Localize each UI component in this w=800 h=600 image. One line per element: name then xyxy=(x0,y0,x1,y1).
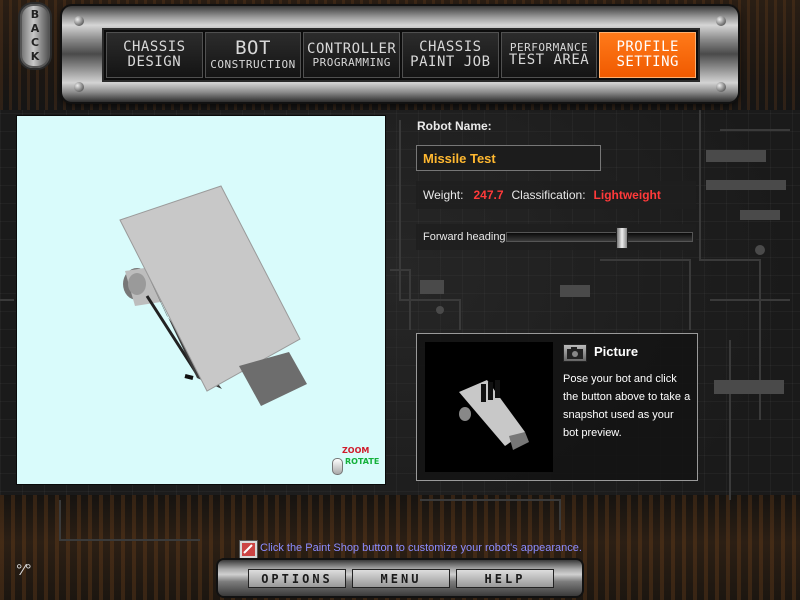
robot-name-field[interactable] xyxy=(416,145,601,171)
tab-controller-programming[interactable]: CONTROLLER PROGRAMMING xyxy=(303,32,401,78)
zoom-label: ZOOM xyxy=(342,446,370,455)
robot-rod-end xyxy=(184,374,194,380)
bolt-icon xyxy=(74,16,84,26)
camera-icon xyxy=(567,347,583,359)
tab-label-line1: CONTROLLER xyxy=(307,40,397,57)
tab-label-line1: BOT xyxy=(235,37,271,60)
menu-button[interactable]: MENU xyxy=(352,569,450,588)
forward-heading-slider[interactable] xyxy=(506,227,693,249)
slider-thumb[interactable] xyxy=(616,227,628,249)
back-button-label: BACK xyxy=(28,8,42,64)
bottom-nav-bar: OPTIONS MENU HELP xyxy=(218,560,582,596)
picture-title: Picture xyxy=(594,344,639,359)
tab-label-line2: TEST AREA xyxy=(508,52,590,69)
tab-label-line1: CHASSIS xyxy=(123,39,186,56)
tab-profile-setting[interactable]: PROFILE SETTING xyxy=(599,32,697,78)
tab-performance-test-area[interactable]: PERFORMANCE TEST AREA xyxy=(500,32,598,78)
classification-label: Classification: xyxy=(511,188,586,202)
tab-chassis-paint-job[interactable]: CHASSIS PAINT JOB xyxy=(402,32,499,78)
paint-shop-tip-icon xyxy=(239,540,258,559)
tab-chassis-design[interactable]: CHASSIS DESIGN xyxy=(106,32,203,78)
bolt-icon xyxy=(716,16,726,26)
robot-name-label: Robot Name: xyxy=(417,119,492,133)
weight-label: Weight: xyxy=(423,188,464,202)
tip-text: Click the Paint Shop button to customize… xyxy=(260,542,582,554)
tab-label-line2: CONSTRUCTION xyxy=(210,58,296,72)
picture-description: Pose your bot and click the button above… xyxy=(563,373,691,439)
tab-label-line2: DESIGN xyxy=(127,54,182,70)
camera-snapshot-button[interactable] xyxy=(563,344,587,362)
tab-label-line2: SETTING xyxy=(616,54,679,70)
options-button[interactable]: OPTIONS xyxy=(248,569,346,588)
robot-model xyxy=(119,185,307,406)
snapshot-robot-model xyxy=(459,380,529,450)
forward-heading-row: Forward heading: xyxy=(416,224,696,250)
back-button[interactable]: BACK xyxy=(18,2,52,70)
picture-panel: Picture Pose your bot and click the butt… xyxy=(416,333,698,481)
tab-label-line2: PROGRAMMING xyxy=(312,55,391,69)
tip-icon xyxy=(242,543,255,556)
stats-row: Weight: 247.7 Classification: Lightweigh… xyxy=(416,181,696,209)
top-menu-tabs: CHASSIS DESIGN BOT CONSTRUCTION CONTROLL… xyxy=(102,28,700,82)
tab-label-line1: PROFILE xyxy=(616,39,679,56)
weight-value: 247.7 xyxy=(473,188,504,202)
classification-value: Lightweight xyxy=(593,188,661,202)
rotate-label: ROTATE xyxy=(345,457,380,466)
tab-label-line1: CHASSIS xyxy=(419,39,482,56)
help-button[interactable]: HELP xyxy=(456,569,554,588)
bolt-icon xyxy=(716,82,726,92)
loading-indicator-icon: °∕° xyxy=(16,562,32,579)
forward-heading-label: Forward heading: xyxy=(423,231,509,243)
top-menu-frame: CHASSIS DESIGN BOT CONSTRUCTION CONTROLL… xyxy=(62,6,738,102)
robot-3d-preview[interactable] xyxy=(16,115,386,485)
bolt-icon xyxy=(74,82,84,92)
tab-label-line2: PAINT JOB xyxy=(410,54,491,70)
mouse-icon xyxy=(332,458,343,475)
bot-snapshot-image xyxy=(425,342,553,472)
zoom-rotate-hint: ZOOM ROTATE xyxy=(330,446,382,476)
tab-bot-construction[interactable]: BOT CONSTRUCTION xyxy=(204,32,302,78)
